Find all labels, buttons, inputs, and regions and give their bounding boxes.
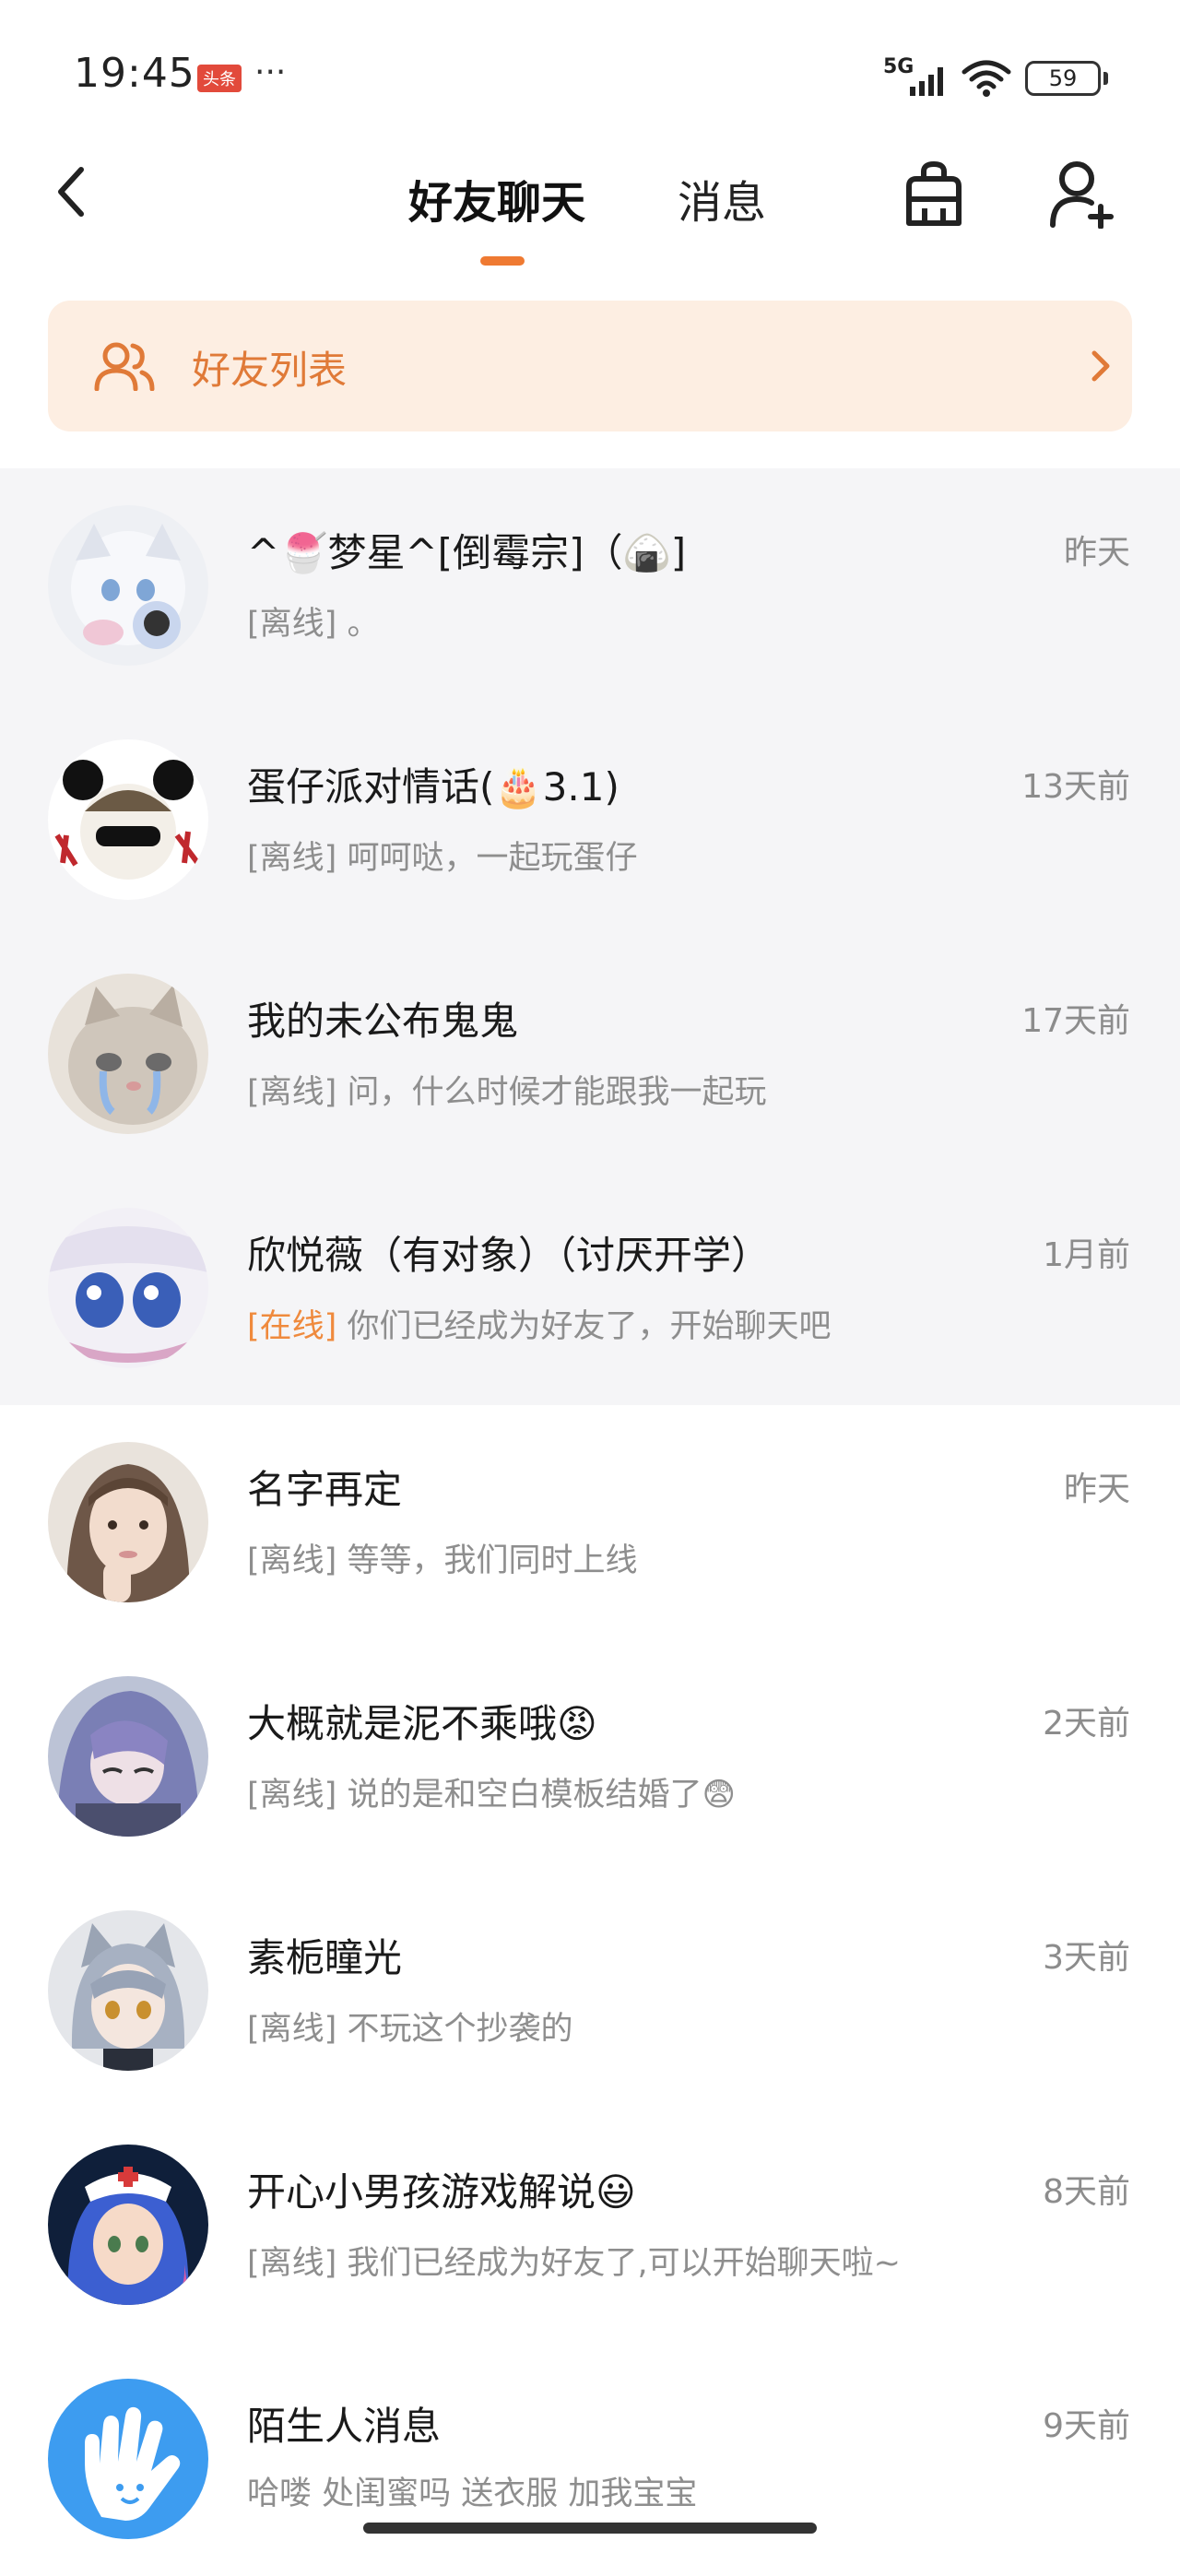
presence-status: [离线]: [247, 2011, 337, 2048]
message-preview: [离线] 呵呵哒，一起玩蛋仔: [247, 832, 637, 879]
last-message-time: 1月前: [1043, 1236, 1130, 1274]
avatar[interactable]: [48, 1442, 208, 1602]
last-message: 哈喽 处闺蜜吗 送衣服 加我宝宝: [247, 2476, 698, 2512]
chat-row[interactable]: 开心小男孩游戏解说😃 8天前 [离线] 我们已经成为好友了,可以开始聊天啦~: [0, 2108, 1180, 2342]
contact-name: 素栀瞳光: [247, 1935, 403, 1980]
message-preview: [离线] 问，什么时候才能跟我一起玩: [247, 1066, 766, 1113]
anime-purple-avatar-icon: [48, 1676, 208, 1837]
last-message-time: 2天前: [1043, 1705, 1130, 1743]
panda-hat-avatar-icon: [48, 739, 208, 900]
last-message-time: 昨天: [1063, 1471, 1130, 1508]
avatar[interactable]: [48, 974, 208, 1134]
avatar[interactable]: [48, 2145, 208, 2305]
back-arrow-icon[interactable]: [46, 164, 101, 219]
chat-row[interactable]: 名字再定 昨天 [离线] 等等，我们同时上线: [0, 1405, 1180, 1639]
avatar[interactable]: [48, 505, 208, 666]
message-preview: [离线] 不玩这个抄袭的: [247, 2003, 572, 2050]
girl-photo-avatar-icon: [48, 1442, 208, 1602]
avatar[interactable]: [48, 739, 208, 900]
avatar[interactable]: [48, 1910, 208, 2071]
tab-friend-chat[interactable]: 好友聊天: [408, 166, 585, 230]
news-badge: 头条: [197, 65, 242, 92]
last-message-time: 8天前: [1043, 2173, 1130, 2211]
more-dots: ···: [254, 53, 287, 91]
message-preview: 哈喽 处闺蜜吗 送衣服 加我宝宝: [247, 2467, 697, 2514]
top-nav: 好友聊天 消息: [0, 138, 1180, 267]
avatar[interactable]: [48, 2379, 208, 2539]
chat-row[interactable]: 我的未公布鬼鬼 17天前 [离线] 问，什么时候才能跟我一起玩: [0, 937, 1180, 1171]
message-preview: [离线] 。: [247, 597, 379, 644]
message-preview: [离线] 说的是和空白模板结婚了😨: [247, 1768, 736, 1815]
last-message: 问，什么时候才能跟我一起玩: [336, 1074, 767, 1111]
add-friend-icon[interactable]: [1049, 159, 1115, 229]
avatar[interactable]: [48, 1208, 208, 1368]
chevron-right-icon: [1092, 350, 1110, 382]
contact-name: ^🍧梦星^[倒霉宗]（🍙]: [247, 530, 687, 575]
status-time: 19:45: [74, 50, 195, 97]
anime-girl-avatar-icon: [48, 505, 208, 666]
battery-tip: [1103, 72, 1108, 85]
last-message: 不玩这个抄袭的: [336, 2011, 573, 2048]
cat-ear-girl-avatar-icon: [48, 1910, 208, 2071]
contact-name: 开心小男孩游戏解说😃: [247, 2169, 636, 2215]
last-message-time: 13天前: [1021, 768, 1130, 806]
contact-name: 名字再定: [247, 1467, 403, 1512]
avatar[interactable]: [48, 1676, 208, 1837]
tab-messages[interactable]: 消息: [678, 166, 766, 230]
last-message: 。: [336, 606, 380, 643]
battery-icon: 59: [1025, 61, 1101, 96]
last-message: 说的是和空白模板结婚了😨: [336, 1777, 736, 1814]
chat-row[interactable]: 蛋仔派对情话(🎂3.1) 13天前 [离线] 呵呵哒，一起玩蛋仔: [0, 703, 1180, 937]
presence-status: [在线]: [247, 1308, 337, 1345]
presence-status: [离线]: [247, 840, 337, 877]
last-message: 呵呵哒，一起玩蛋仔: [336, 840, 638, 877]
chat-row[interactable]: 陌生人消息 9天前 哈喽 处闺蜜吗 送衣服 加我宝宝: [0, 2342, 1180, 2576]
signal-icon: [910, 67, 943, 96]
active-tab-indicator: [480, 256, 525, 266]
contact-name: 大概就是泥不乘哦😡: [247, 1701, 597, 1746]
friend-list-label: 好友列表: [192, 348, 348, 393]
contact-name: 陌生人消息: [247, 2404, 442, 2449]
presence-status: [离线]: [247, 1777, 337, 1814]
message-preview: [在线] 你们已经成为好友了，开始聊天吧: [247, 1300, 831, 1347]
status-bar: 19:45 头条 ··· 5G 59: [0, 0, 1180, 138]
last-message: 等等，我们同时上线: [336, 1542, 638, 1579]
last-message: 我们已经成为好友了,可以开始聊天啦~: [336, 2245, 901, 2282]
hand-wave-icon: [48, 2379, 208, 2539]
message-preview: [离线] 等等，我们同时上线: [247, 1534, 637, 1581]
clean-broom-icon[interactable]: [902, 159, 966, 229]
contact-name: 欣悦薇（有对象）（讨厌开学）: [247, 1233, 771, 1278]
crying-cat-avatar-icon: [48, 974, 208, 1134]
chat-row[interactable]: 欣悦薇（有对象）（讨厌开学） 1月前 [在线] 你们已经成为好友了，开始聊天吧: [0, 1171, 1180, 1405]
contact-name: 蛋仔派对情话(🎂3.1): [247, 764, 620, 809]
last-message-time: 昨天: [1063, 534, 1130, 572]
home-indicator[interactable]: [363, 2523, 817, 2534]
message-preview: [离线] 我们已经成为好友了,可以开始聊天啦~: [247, 2237, 901, 2284]
friends-icon: [94, 342, 155, 391]
nurse-girl-avatar-icon: [48, 2145, 208, 2305]
last-message: 你们已经成为好友了，开始聊天吧: [336, 1308, 832, 1345]
chat-row[interactable]: 大概就是泥不乘哦😡 2天前 [离线] 说的是和空白模板结婚了😨: [0, 1639, 1180, 1873]
anime-eyes-avatar-icon: [48, 1208, 208, 1368]
chat-row[interactable]: 素栀瞳光 3天前 [离线] 不玩这个抄袭的: [0, 1873, 1180, 2108]
chat-row[interactable]: ^🍧梦星^[倒霉宗]（🍙] 昨天 [离线] 。: [0, 468, 1180, 703]
last-message-time: 17天前: [1021, 1002, 1130, 1040]
presence-status: [离线]: [247, 1542, 337, 1579]
chat-list: ^🍧梦星^[倒霉宗]（🍙] 昨天 [离线] 。 蛋仔派对情话(🎂3.1) 13天…: [0, 468, 1180, 2576]
last-message-time: 9天前: [1043, 2407, 1130, 2445]
presence-status: [离线]: [247, 606, 337, 643]
contact-name: 我的未公布鬼鬼: [247, 998, 519, 1044]
presence-status: [离线]: [247, 2245, 337, 2282]
wifi-icon: [962, 60, 1011, 97]
presence-status: [离线]: [247, 1074, 337, 1111]
friend-list-banner[interactable]: 好友列表: [48, 301, 1132, 431]
last-message-time: 3天前: [1043, 1939, 1130, 1977]
